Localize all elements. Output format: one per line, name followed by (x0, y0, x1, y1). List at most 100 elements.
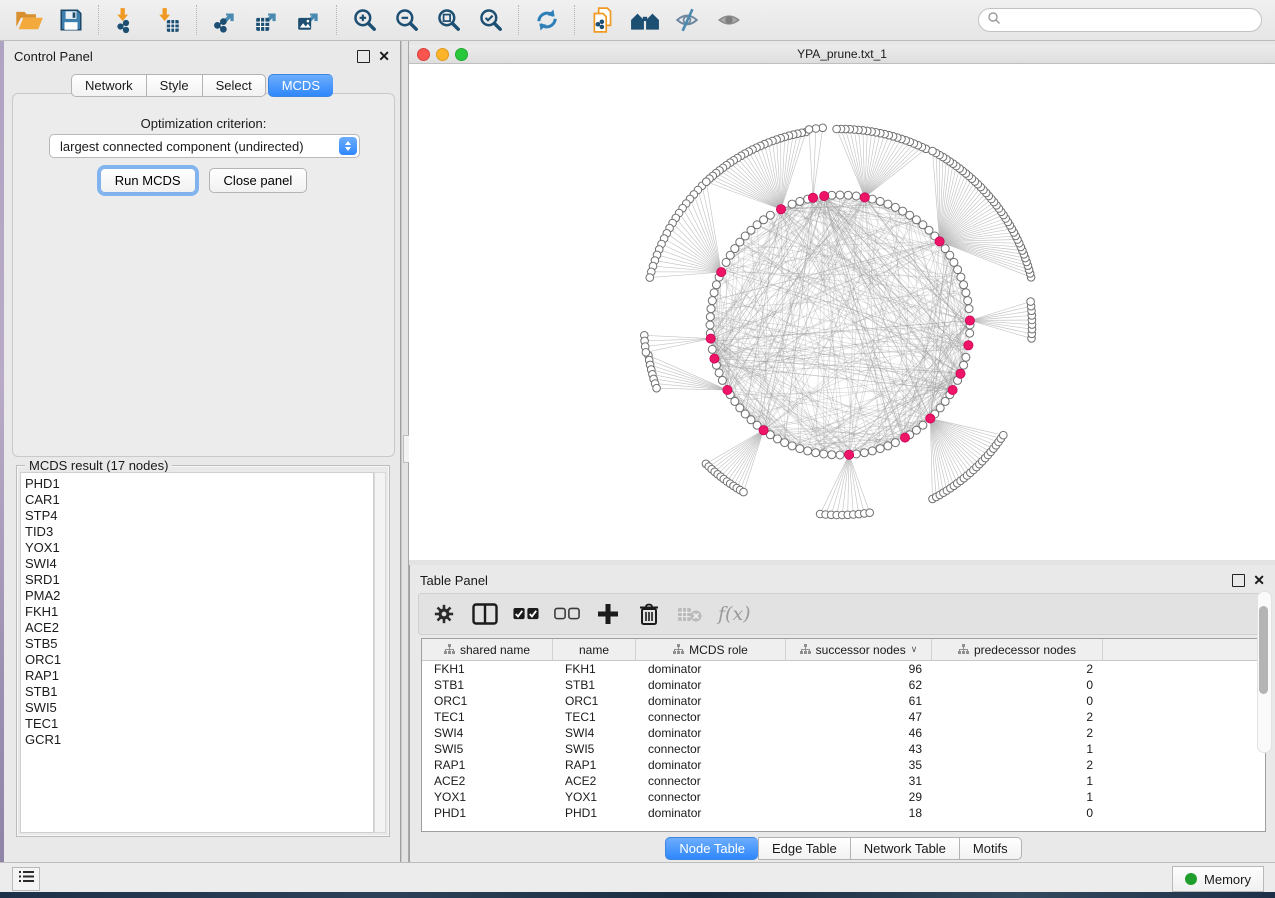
mcds-result-scrollbar[interactable] (374, 472, 386, 833)
mcds-result-item[interactable]: STB5 (25, 636, 373, 652)
tab-edge-table[interactable]: Edge Table (758, 837, 850, 860)
tab-network[interactable]: Network (71, 74, 146, 97)
mcds-result-item[interactable]: TID3 (25, 524, 373, 540)
search-field[interactable] (978, 8, 1262, 32)
cell: TEC1 (422, 710, 553, 724)
mcds-result-item[interactable]: SRD1 (25, 572, 373, 588)
network-canvas[interactable] (409, 64, 1275, 560)
vertical-splitter[interactable] (401, 41, 409, 862)
mcds-result-item[interactable]: GCR1 (25, 732, 373, 748)
import-table-icon[interactable] (152, 3, 186, 37)
mcds-result-item[interactable]: SWI4 (25, 556, 373, 572)
mcds-result-item[interactable]: RAP1 (25, 668, 373, 684)
table-row[interactable]: SWI4SWI4dominator462 (422, 725, 1265, 741)
columns-icon[interactable] (472, 601, 498, 627)
table-row[interactable]: STB1STB1dominator620 (422, 677, 1265, 693)
mcds-result-item[interactable]: ORC1 (25, 652, 373, 668)
gear-icon[interactable] (431, 601, 457, 627)
column-header-name[interactable]: name (553, 639, 636, 660)
tab-node-table[interactable]: Node Table (665, 837, 758, 860)
select-stepper-icon[interactable] (339, 137, 357, 155)
optimization-criterion-select[interactable]: largest connected component (undirected) (49, 134, 360, 158)
new-network-file-icon[interactable] (586, 3, 620, 37)
tab-motifs[interactable]: Motifs (959, 837, 1022, 860)
eye-slash-icon[interactable] (670, 3, 704, 37)
tab-network-table[interactable]: Network Table (850, 837, 959, 860)
refresh-icon[interactable] (530, 3, 564, 37)
eye-icon[interactable] (712, 3, 746, 37)
close-table-panel-icon[interactable]: ✕ (1253, 575, 1265, 586)
cell: 0 (932, 806, 1103, 820)
table-row[interactable]: YOX1YOX1connector291 (422, 789, 1265, 805)
open-folder-icon[interactable] (12, 3, 46, 37)
tab-style[interactable]: Style (146, 74, 202, 97)
mcds-result-item[interactable]: STB1 (25, 684, 373, 700)
table-scrollbar[interactable] (1257, 591, 1272, 753)
toolbar-divider (518, 5, 520, 35)
cell: 31 (786, 774, 932, 788)
toolbar-divider (98, 5, 100, 35)
task-history-button[interactable] (12, 867, 40, 891)
table-row[interactable]: SWI5SWI5connector431 (422, 741, 1265, 757)
cell: 0 (932, 694, 1103, 708)
control-panel: Control Panel ✕ NetworkStyleSelectMCDS O… (4, 41, 401, 862)
mcds-result-item[interactable]: FKH1 (25, 604, 373, 620)
table-scrollbar-thumb[interactable] (1259, 606, 1268, 694)
network-window: YPA_prune.txt_1 (409, 41, 1275, 560)
mcds-result-item[interactable]: PMA2 (25, 588, 373, 604)
export-network-icon[interactable] (208, 3, 242, 37)
mcds-result-item[interactable]: ACE2 (25, 620, 373, 636)
table-row[interactable]: FKH1FKH1dominator962 (422, 661, 1265, 677)
mcds-result-item[interactable]: TEC1 (25, 716, 373, 732)
import-network-icon[interactable] (110, 3, 144, 37)
mcds-result-group: MCDS result (17 nodes) PHD1CAR1STP4TID3Y… (16, 465, 390, 837)
add-icon[interactable] (595, 601, 621, 627)
close-panel-button[interactable]: Close panel (209, 168, 308, 193)
zoom-fit-icon[interactable] (432, 3, 466, 37)
zoom-selected-icon[interactable] (474, 3, 508, 37)
check-all-icon[interactable] (513, 601, 539, 627)
trash-icon[interactable] (636, 601, 662, 627)
column-header-predecessor-nodes[interactable]: predecessor nodes (932, 639, 1103, 660)
float-table-panel-icon[interactable] (1232, 574, 1245, 587)
network-titlebar[interactable]: YPA_prune.txt_1 (409, 45, 1275, 64)
cell: RAP1 (553, 758, 636, 772)
mcds-result-item[interactable]: CAR1 (25, 492, 373, 508)
run-mcds-button[interactable]: Run MCDS (100, 168, 196, 193)
table-row[interactable]: RAP1RAP1dominator352 (422, 757, 1265, 773)
column-header-successor-nodes[interactable]: successor nodes∨ (786, 639, 932, 660)
float-panel-icon[interactable] (357, 50, 370, 63)
table-row[interactable]: TEC1TEC1connector472 (422, 709, 1265, 725)
cell: dominator (636, 678, 786, 692)
hierarchy-icon (673, 643, 684, 657)
mcds-result-item[interactable]: YOX1 (25, 540, 373, 556)
cell: 2 (932, 726, 1103, 740)
save-icon[interactable] (54, 3, 88, 37)
search-input[interactable] (1001, 12, 1261, 28)
network-graph[interactable] (409, 64, 1275, 560)
binoculars-icon[interactable] (628, 3, 662, 37)
table-row[interactable]: PHD1PHD1dominator180 (422, 805, 1265, 821)
cell: SWI4 (553, 726, 636, 740)
zoom-out-icon[interactable] (390, 3, 424, 37)
mcds-result-item[interactable]: STP4 (25, 508, 373, 524)
mcds-result-item[interactable]: SWI5 (25, 700, 373, 716)
tab-select[interactable]: Select (202, 74, 266, 97)
cell: YOX1 (553, 790, 636, 804)
zoom-in-icon[interactable] (348, 3, 382, 37)
column-header-shared-name[interactable]: shared name (422, 639, 553, 660)
uncheck-all-icon[interactable] (554, 601, 580, 627)
toolbar-divider (336, 5, 338, 35)
mcds-result-list[interactable]: PHD1CAR1STP4TID3YOX1SWI4SRD1PMA2FKH1ACE2… (20, 472, 374, 833)
table-row[interactable]: ACE2ACE2connector311 (422, 773, 1265, 789)
mcds-result-item[interactable]: PHD1 (25, 476, 373, 492)
table-tabs: Node TableEdge TableNetwork TableMotifs (410, 837, 1275, 860)
tab-mcds[interactable]: MCDS (268, 74, 333, 97)
memory-button[interactable]: Memory (1172, 866, 1264, 892)
table-row[interactable]: ORC1ORC1dominator610 (422, 693, 1265, 709)
cell: ACE2 (422, 774, 553, 788)
export-image-icon[interactable] (292, 3, 326, 37)
export-table-icon[interactable] (250, 3, 284, 37)
close-panel-icon[interactable]: ✕ (378, 51, 390, 62)
column-header-MCDS-role[interactable]: MCDS role (636, 639, 786, 660)
